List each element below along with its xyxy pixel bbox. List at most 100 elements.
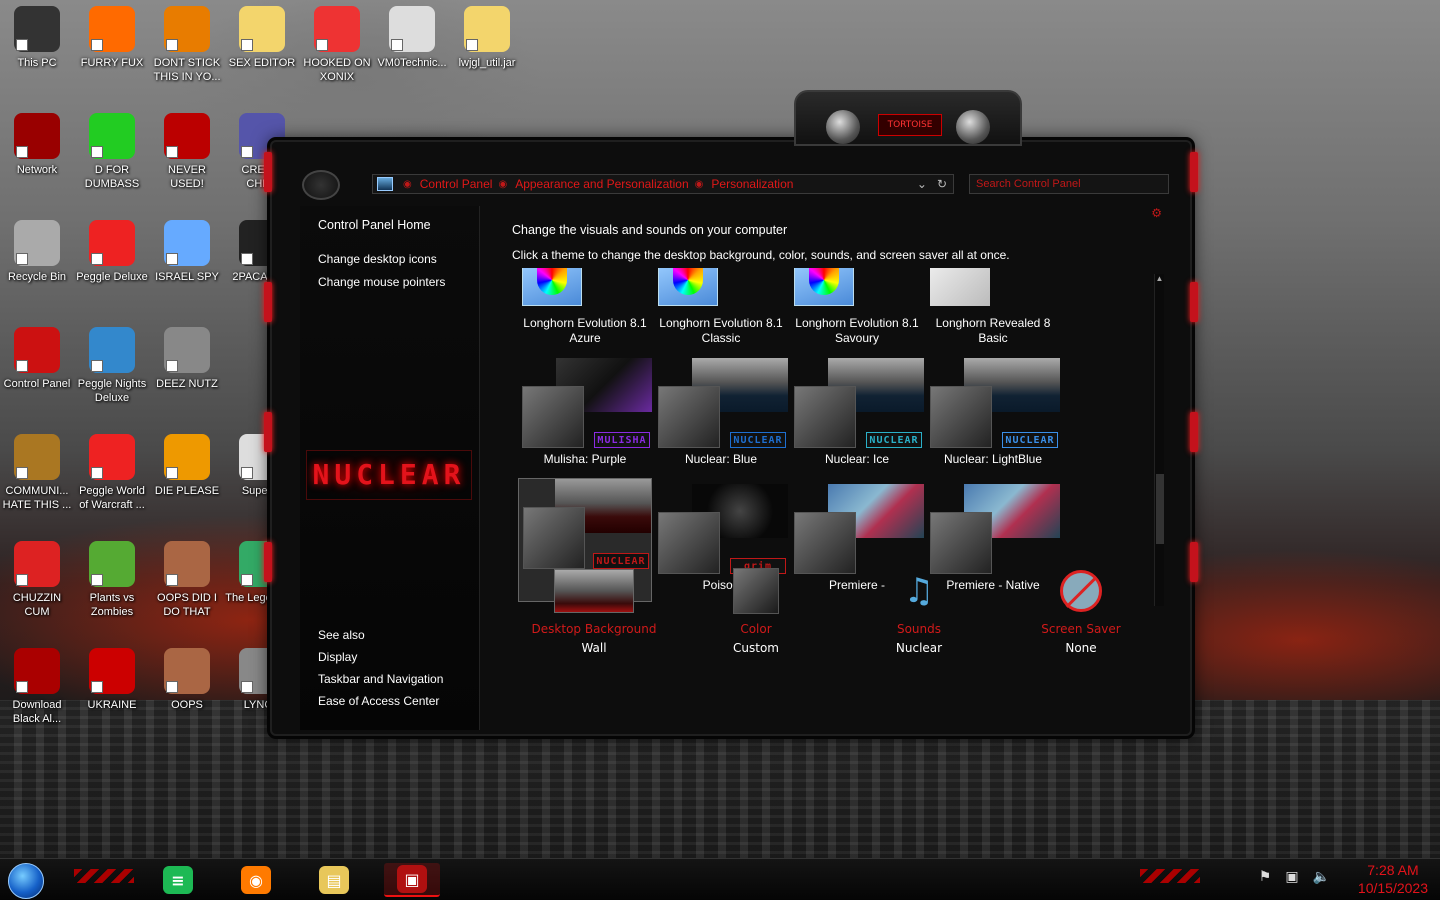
desktop-icon-label: FURRY FUX xyxy=(80,57,144,69)
taskbar-app-spotify[interactable]: ≡ xyxy=(150,863,206,897)
theme-tile[interactable]: NUCLEAR Nuclear: Blue xyxy=(654,358,788,467)
theme-tile[interactable]: MULISHA Mulisha: Purple xyxy=(518,358,652,467)
firefox-icon: ◉ xyxy=(241,866,271,894)
desktop-icon[interactable]: Peggle Deluxe xyxy=(75,220,149,284)
nuclear-logo: NUCLEAR xyxy=(306,450,472,500)
desktop-icon[interactable]: Peggle World of Warcraft ... xyxy=(75,434,149,512)
theme-tile[interactable]: Longhorn Evolution 8.1 Classic xyxy=(654,268,788,346)
shortcut-icon xyxy=(164,434,210,480)
chevron-down-icon[interactable]: ⌄ xyxy=(917,177,927,191)
shortcut-icon xyxy=(14,327,60,373)
desktop-icon-label: VM0Technic... xyxy=(377,57,447,69)
setting-value: None xyxy=(1065,641,1097,655)
taskbar-app-control-panel[interactable]: ▣ xyxy=(384,863,440,897)
breadcrumb-separator-icon[interactable]: ◉ xyxy=(403,179,412,190)
breadcrumb-personalization[interactable]: Personalization xyxy=(711,177,793,191)
breadcrumb-separator-icon[interactable]: ◉ xyxy=(695,179,704,190)
desktop-icon[interactable]: OOPS xyxy=(150,648,224,712)
theme-tile[interactable]: NUCLEAR Nuclear: LightBlue xyxy=(926,358,1060,467)
theme-thumbnail: NUCLEAR xyxy=(519,479,651,569)
color-tile xyxy=(658,512,720,574)
search-input[interactable] xyxy=(969,174,1169,194)
breadcrumb-control-panel[interactable]: Control Panel xyxy=(420,177,493,191)
desktop-background-icon xyxy=(554,566,634,616)
theme-tile[interactable]: Longhorn Evolution 8.1 Savoury xyxy=(790,268,924,346)
desktop-icon[interactable]: VM0Technic... xyxy=(375,6,449,70)
desktop-icon-label: Network xyxy=(16,164,58,176)
desktop-icon[interactable]: NEVER USED! xyxy=(150,113,224,191)
desktop-icon-label: DEEZ NUTZ xyxy=(156,378,218,390)
screen-saver-icon xyxy=(1041,566,1121,616)
desktop-icon[interactable]: COMMUNI... HATE THIS ... xyxy=(0,434,74,512)
theme-name: Nuclear: Blue xyxy=(684,452,758,466)
taskbar-navigation-link[interactable]: Taskbar and Navigation xyxy=(300,672,479,686)
display-link[interactable]: Display xyxy=(300,650,479,664)
setting-link[interactable]: Color xyxy=(686,622,826,636)
shortcut-icon xyxy=(14,648,60,694)
desktop-icon[interactable]: ISRAEL SPY xyxy=(150,220,224,284)
scrollbar-thumb[interactable] xyxy=(1156,474,1164,544)
desktop-icon[interactable]: Plants vs Zombies xyxy=(75,541,149,619)
taskbar-app-file-explorer[interactable]: ▤ xyxy=(306,863,362,897)
desktop-icon[interactable]: Network xyxy=(0,113,74,177)
theme-scrollbar[interactable]: ▲ xyxy=(1154,274,1164,606)
desktop-icon[interactable]: Control Panel xyxy=(0,327,74,391)
setting-sounds[interactable]: ♫ Sounds Nuclear xyxy=(849,566,989,655)
desktop-icon[interactable]: SEX EDITOR xyxy=(225,6,299,70)
color-tile xyxy=(523,507,585,569)
notification-icon[interactable]: ⚑ xyxy=(1259,869,1272,885)
desktop-icon-label: SEX EDITOR xyxy=(228,57,296,69)
theme-thumbnail xyxy=(654,268,788,310)
desktop-icon[interactable]: Peggle Nights Deluxe xyxy=(75,327,149,405)
setting-link[interactable]: Desktop Background xyxy=(524,622,664,636)
breadcrumb-appearance[interactable]: Appearance and Personalization xyxy=(515,177,688,191)
theme-badge: NUCLEAR xyxy=(866,432,922,448)
desktop-icon[interactable]: Download Black Al... xyxy=(0,648,74,726)
taskbar-app-firefox[interactable]: ◉ xyxy=(228,863,284,897)
address-bar[interactable]: ◉ Control Panel ◉ Appearance and Persona… xyxy=(372,174,954,194)
shortcut-icon xyxy=(89,648,135,694)
change-desktop-icons-link[interactable]: Change desktop icons xyxy=(300,252,479,266)
setting-link[interactable]: Sounds xyxy=(849,622,989,636)
back-forward-button[interactable] xyxy=(302,170,340,200)
desktop-icon[interactable]: DONT STICK THIS IN YO... xyxy=(150,6,224,84)
desktop-icon[interactable]: FURRY FUX xyxy=(75,6,149,70)
setting-link[interactable]: Screen Saver xyxy=(1011,622,1151,636)
desktop-icon[interactable]: This PC xyxy=(0,6,74,70)
refresh-icon[interactable]: ↻ xyxy=(937,177,947,191)
volume-icon[interactable]: 🔈 xyxy=(1313,869,1330,885)
desktop-icon[interactable]: CHUZZIN CUM xyxy=(0,541,74,619)
control-panel-home-link[interactable]: Control Panel Home xyxy=(300,218,479,232)
desktop-icon[interactable]: DEEZ NUTZ xyxy=(150,327,224,391)
help-icon[interactable]: ⚙ xyxy=(1151,206,1162,220)
start-button[interactable] xyxy=(8,863,44,899)
change-mouse-pointers-link[interactable]: Change mouse pointers xyxy=(300,275,479,289)
scroll-up-icon[interactable]: ▲ xyxy=(1155,274,1164,286)
network-icon[interactable]: ▣ xyxy=(1285,869,1298,885)
personalization-window: TORTOISE ◉ Control Panel ◉ Appearance an… xyxy=(264,90,1198,736)
desktop-icon[interactable]: D FOR DUMBASS xyxy=(75,113,149,191)
desktop-icon-label: COMMUNI... HATE THIS ... xyxy=(2,485,72,511)
setting-screen-saver[interactable]: Screen Saver None xyxy=(1011,566,1151,655)
control-panel-icon xyxy=(377,177,393,191)
setting-desktop-background[interactable]: Desktop Background Wall xyxy=(524,566,664,655)
breadcrumb-separator-icon[interactable]: ◉ xyxy=(498,179,507,190)
desktop-icon[interactable]: UKRAINE xyxy=(75,648,149,712)
theme-thumbnail xyxy=(790,484,924,574)
desktop-icon-label: DIE PLEASE xyxy=(154,485,220,497)
desktop-icon-label: OOPS DID I DO THAT xyxy=(157,592,217,618)
setting-color-swatch[interactable]: Color Custom xyxy=(686,566,826,655)
desktop-icon[interactable]: OOPS DID I DO THAT xyxy=(150,541,224,619)
desktop-icon[interactable]: DIE PLEASE xyxy=(150,434,224,498)
theme-tile[interactable]: NUCLEAR Nuclear: Ice xyxy=(790,358,924,467)
desktop-icon[interactable]: HOOKED ON XONIX xyxy=(300,6,374,84)
clock[interactable]: 7:28 AM 10/15/2023 xyxy=(1358,861,1428,897)
shortcut-icon xyxy=(14,541,60,587)
page-subtitle: Click a theme to change the desktop back… xyxy=(512,248,1010,262)
theme-tile[interactable]: Longhorn Evolution 8.1 Azure xyxy=(518,268,652,346)
desktop-icon-label: This PC xyxy=(17,57,57,69)
theme-tile[interactable]: Longhorn Revealed 8 Basic xyxy=(926,268,1060,346)
desktop-icon[interactable]: Recycle Bin xyxy=(0,220,74,284)
ease-of-access-link[interactable]: Ease of Access Center xyxy=(300,694,479,708)
desktop-icon[interactable]: lwjgl_util.jar xyxy=(450,6,524,70)
